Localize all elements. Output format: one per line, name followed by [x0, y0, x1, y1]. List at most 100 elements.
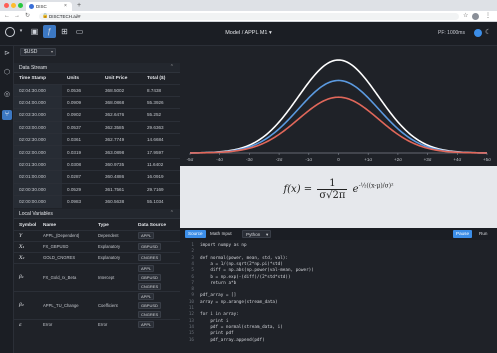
variable-type: Coefficient — [93, 290, 133, 319]
data-source-chip[interactable]: APPL — [138, 292, 155, 300]
table-cell: 0.0909 — [62, 95, 100, 109]
data-stream-table: Time Stamp Units Unit Price Total ($) 02… — [14, 74, 180, 208]
table-cell: 0.0983 — [62, 194, 100, 208]
table-cell: 11.6402 — [142, 157, 180, 171]
formula-denominator: σ√2π — [319, 190, 346, 201]
table-row[interactable]: 02:02:00.000 0.0319 363.0898 17.9597 — [14, 145, 180, 159]
chevron-down-icon: ▾ — [50, 49, 53, 54]
x-tick-label: +4σ — [453, 157, 461, 162]
browser-tab[interactable]: DISC × — [26, 2, 72, 11]
tab-math-input[interactable]: Math Input — [207, 230, 235, 238]
table-row[interactable]: 02:03:00.000 0.0537 362.3585 29.6363 — [14, 120, 180, 134]
table-row[interactable]: β₂ APPL_TU_Change Coefficient APPL GBPUSD CNG… — [14, 290, 180, 319]
status-toggle[interactable] — [474, 29, 482, 37]
table-cell: 0.0536 — [62, 83, 100, 97]
browser-menu-icon[interactable]: ⋮ — [485, 13, 491, 20]
data-source-chip[interactable]: CNGRES — [138, 310, 162, 318]
pause-button[interactable]: Pause — [453, 230, 473, 238]
variable-sources: CNGRES — [133, 251, 180, 263]
back-icon[interactable]: ← — [4, 12, 10, 21]
table-row[interactable]: Y APPL_(Dependent) Dependent APPL — [14, 229, 180, 241]
variable-name: GOLD_CNGRES — [38, 251, 93, 263]
avatar[interactable] — [472, 13, 479, 20]
ticker-select[interactable]: $USD ▾ — [20, 48, 56, 56]
column-header[interactable]: Units — [62, 74, 100, 84]
table-cell: 8.7438 — [142, 83, 180, 97]
table-row[interactable]: X₁ FX_GBPUSD Explanatory GBPUSD — [14, 240, 180, 252]
code-editor[interactable]: 1 import numpy as np 2 3 def normal(power, m… — [180, 240, 497, 353]
maximize-window-dot[interactable] — [18, 3, 23, 8]
series-line-2 — [189, 79, 488, 154]
run-button[interactable]: Run — [476, 230, 490, 238]
column-header: Type — [98, 222, 109, 228]
table-cell: 16.0919 — [142, 170, 180, 184]
data-source-chip[interactable]: GBPUSD — [138, 243, 161, 250]
table-cell: 0.0319 — [62, 145, 100, 159]
collapse-icon[interactable]: ⌃ — [170, 64, 174, 70]
data-source-chip[interactable]: CNGRES — [138, 254, 162, 261]
x-tick-label: -3σ — [246, 157, 253, 162]
x-tick-label: +2σ — [394, 157, 402, 162]
table-cell: 362.7749 — [100, 133, 142, 146]
data-source-chip[interactable]: APPL — [138, 232, 155, 239]
table-row[interactable]: 02:03:30.000 0.0902 362.6476 55.252 — [14, 108, 180, 122]
model-title[interactable]: Model / APPL M1 ▾ — [0, 30, 497, 36]
app-header: ▾ ▣ ƒ ⊞ ▭ Model / APPL M1 ▾ PF: 1000ms ☾ — [0, 22, 497, 46]
tab-source[interactable]: Source — [185, 230, 206, 238]
table-cell: 0.0902 — [62, 108, 100, 122]
moon-icon[interactable]: ☾ — [485, 28, 491, 36]
table-row[interactable]: 02:04:30.000 0.0536 368.5002 8.7438 — [14, 83, 180, 97]
local-variables-table: Symbol Name Type Data Source Y APPL_(Depe… — [14, 221, 180, 330]
formula-panel: f(x) = 1 σ√2π e-½((x-μ)/σ)² — [180, 166, 497, 228]
distribution-chart-svg: -5σ -4σ -3σ -2σ -1σ 0 +1σ +2σ +3σ +4σ +5σ — [187, 59, 491, 162]
close-window-dot[interactable] — [4, 3, 9, 8]
formula-numerator: 1 — [317, 178, 348, 190]
variable-symbol: Y — [14, 229, 38, 241]
forward-icon[interactable]: → — [14, 12, 20, 21]
data-source-chip[interactable]: GBPUSD — [138, 301, 161, 309]
column-header[interactable]: Unit Price — [100, 74, 142, 84]
editor-toolbar: Source Math Input Python ▾ Pause Run — [180, 228, 497, 240]
cube-icon[interactable]: ⬡ — [2, 68, 12, 78]
variable-sources: APPL GBPUSD CNGRES — [133, 290, 180, 319]
minimize-window-dot[interactable] — [11, 3, 16, 8]
collapse-icon[interactable]: ⌃ — [170, 210, 174, 216]
reload-icon[interactable]: ↻ — [25, 12, 30, 21]
bookmark-star-icon[interactable]: ☆ — [463, 13, 468, 20]
url-text: DISCTECH.ai/# — [49, 14, 81, 19]
column-header[interactable]: Time Stamp — [14, 74, 62, 84]
data-source-chip[interactable]: APPL — [138, 264, 155, 272]
data-source-chip[interactable]: GBPUSD — [138, 273, 161, 281]
tab-close-icon[interactable]: × — [64, 3, 67, 9]
table-row[interactable]: 02:00:30.000 0.0529 361.7561 29.7169 — [14, 182, 180, 196]
data-source-chip[interactable]: CNGRES — [138, 282, 162, 290]
x-tick-label: +1σ — [364, 157, 372, 162]
table-row[interactable]: 02:04:00.000 0.0909 368.0868 55.3926 — [14, 95, 180, 109]
url-field[interactable]: 🔒 DISCTECH.ai/# — [39, 13, 459, 20]
sidebar-toggle-icon[interactable]: ⊳ — [2, 49, 12, 59]
normal-pdf-formula: f(x) = 1 σ√2π e-½((x-μ)/σ)² — [180, 178, 497, 201]
variable-sources: GBPUSD — [133, 240, 180, 252]
table-row[interactable]: X₂ GOLD_CNGRES Explanatory CNGRES — [14, 251, 180, 263]
table-cell: 368.0868 — [100, 95, 142, 109]
target-icon[interactable]: ◎ — [2, 90, 12, 100]
symbol-text: β₁ — [19, 274, 24, 280]
new-tab-button[interactable]: + — [77, 1, 81, 10]
table-cell: 29.6363 — [142, 120, 180, 134]
table-row[interactable]: 02:02:30.000 0.0361 362.7749 14.6684 — [14, 133, 180, 146]
table-cell: 02:01:00.000 — [14, 170, 62, 184]
language-select[interactable]: Python ▾ — [242, 230, 272, 238]
table-cell: 02:03:30.000 — [14, 108, 62, 122]
flow-icon[interactable]: ⑂ — [2, 110, 12, 120]
table-row[interactable]: 02:01:30.000 0.0308 360.9735 11.6402 — [14, 157, 180, 171]
table-cell: 0.0537 — [62, 120, 100, 134]
table-row[interactable]: 02:01:00.000 0.0287 360.4886 16.0919 — [14, 170, 180, 184]
column-header[interactable]: Total ($) — [142, 74, 180, 84]
table-row[interactable]: ε Error Error APPL — [14, 318, 180, 330]
variable-name: APPL_(Dependent) — [38, 229, 93, 241]
x-tick-label: +3σ — [424, 157, 432, 162]
table-row[interactable]: 02:00:00.000 0.0983 360.5638 55.1034 — [14, 194, 180, 208]
table-row[interactable]: β₁ FX_Gold_rx_Beta Intercept APPL GBPUSD CNGR… — [14, 262, 180, 291]
table-cell: 02:04:00.000 — [14, 95, 62, 109]
data-source-chip[interactable]: APPL — [138, 321, 155, 329]
